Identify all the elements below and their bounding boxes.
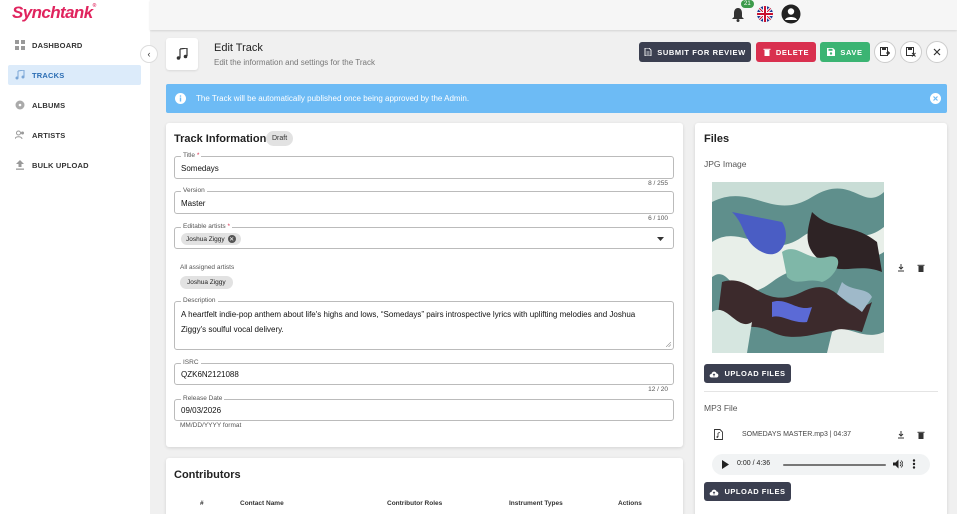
save-close-icon [906, 47, 916, 57]
column-header-number: # [200, 500, 204, 507]
mp3-file-label: MP3 File [704, 403, 738, 413]
sidebar-item-label: ALBUMS [32, 100, 66, 110]
version-input[interactable]: Master [181, 199, 205, 208]
cloud-upload-icon [710, 489, 719, 495]
notification-count-badge: 21 [741, 0, 754, 8]
uk-flag-icon[interactable] [757, 6, 773, 22]
assigned-artists-label: All assigned artists [180, 264, 235, 271]
version-field[interactable]: Version Master [174, 187, 674, 214]
page-title: Edit Track [214, 42, 263, 54]
sidebar-item-label: ARTISTS [32, 130, 66, 140]
audio-time: 0:00 / 4:36 [737, 460, 771, 467]
title-input[interactable]: Somedays [181, 164, 219, 173]
save-icon [827, 48, 836, 56]
isrc-counter: 12 / 20 [648, 386, 668, 393]
submit-for-review-button[interactable]: SUBMIT FOR REVIEW [639, 42, 751, 62]
volume-icon[interactable] [893, 459, 903, 469]
release-date-input[interactable]: 09/03/2026 [181, 406, 221, 415]
title-field[interactable]: Title * Somedays [174, 152, 674, 179]
title-counter: 8 / 255 [648, 180, 668, 187]
album-icon [8, 100, 32, 110]
column-header-contributor-roles[interactable]: Contributor Roles [387, 500, 442, 507]
cover-artwork-image [712, 182, 884, 353]
page-subtitle: Edit the information and settings for th… [214, 58, 375, 67]
dropdown-arrow-icon[interactable] [657, 237, 664, 241]
save-button[interactable]: SAVE [820, 42, 870, 62]
music-note-icon [176, 48, 188, 60]
column-header-instrument-types[interactable]: Instrument Types [509, 500, 563, 507]
close-button[interactable] [926, 41, 948, 63]
contributors-title: Contributors [174, 469, 241, 481]
download-icon[interactable] [897, 264, 905, 272]
divider [704, 391, 938, 392]
description-field[interactable]: Description A heartfelt indie-pop anthem… [174, 297, 674, 350]
sidebar-item-dashboard[interactable]: DASHBOARD [8, 35, 141, 55]
top-bar [150, 0, 957, 30]
close-banner-icon[interactable] [930, 93, 941, 104]
chevron-left-icon: ‹ [147, 49, 151, 59]
jpg-image-label: JPG Image [704, 159, 747, 169]
save-and-close-button[interactable] [900, 41, 922, 63]
release-date-helper: MM/DD/YYYY format [180, 422, 242, 429]
track-information-card: Track Information Draft Title * Somedays… [166, 123, 683, 447]
audio-file-icon [714, 429, 723, 440]
more-options-icon[interactable] [912, 459, 916, 469]
audio-seek-bar[interactable] [783, 464, 886, 466]
collapse-sidebar-button[interactable]: ‹ [140, 45, 158, 63]
info-icon [175, 93, 186, 104]
sidebar-item-artists[interactable]: ARTISTS [8, 125, 141, 145]
sidebar-item-bulk-upload[interactable]: BULK UPLOAD [8, 155, 141, 175]
cloud-upload-icon [710, 371, 719, 377]
music-note-icon [8, 70, 32, 80]
files-title: Files [704, 133, 730, 145]
sidebar-item-tracks[interactable]: TRACKS [8, 65, 141, 85]
trash-icon [763, 48, 771, 56]
sidebar-item-label: BULK UPLOAD [32, 160, 89, 170]
notification-bell-icon[interactable] [731, 7, 745, 22]
description-textarea[interactable]: A heartfelt indie-pop anthem about life'… [181, 307, 661, 337]
artist-chip[interactable]: Joshua Ziggy ✕ [181, 233, 241, 245]
trash-icon[interactable] [917, 431, 925, 439]
sidebar-item-label: DASHBOARD [32, 40, 83, 50]
version-counter: 6 / 100 [648, 215, 668, 222]
sidebar-item-albums[interactable]: ALBUMS [8, 95, 141, 115]
download-icon[interactable] [897, 431, 905, 439]
column-header-contact-name[interactable]: Contact Name [240, 500, 284, 507]
trash-icon[interactable] [917, 264, 925, 272]
save-return-icon [880, 47, 890, 56]
remove-chip-icon[interactable]: ✕ [227, 235, 236, 243]
play-icon[interactable] [722, 460, 729, 469]
track-information-title: Track Information [174, 133, 267, 145]
column-header-actions: Actions [618, 500, 642, 507]
mp3-file-name: SOMEDAYS MASTER.mp3 | 04:37 [742, 431, 852, 438]
account-circle-icon[interactable] [781, 4, 801, 24]
upload-icon [8, 160, 32, 170]
isrc-field[interactable]: ISRC QZK6N2121088 [174, 359, 674, 385]
track-header-icon [166, 38, 198, 70]
dashboard-icon [8, 40, 32, 50]
status-badge: Draft [266, 131, 294, 146]
document-icon [644, 48, 652, 56]
upload-image-button[interactable]: UPLOAD FILES [704, 364, 791, 383]
synchtank-logo[interactable]: Synchtank® [12, 3, 96, 23]
banner-text: The Track will be automatically publishe… [196, 94, 470, 103]
assigned-artist-chip: Joshua Ziggy [180, 276, 233, 289]
sidebar-item-label: TRACKS [32, 70, 65, 80]
files-card: Files JPG Image UPLOAD FILES MP3 File SO… [695, 123, 947, 514]
delete-button[interactable]: DELETE [756, 42, 816, 62]
contributors-card: Contributors # Contact Name Contributor … [166, 458, 683, 514]
isrc-input[interactable]: QZK6N2121088 [181, 370, 239, 379]
upload-mp3-button[interactable]: UPLOAD FILES [704, 482, 791, 501]
save-and-return-button[interactable] [874, 41, 896, 63]
sidebar: Synchtank® DASHBOARD TRACKS ALBUMS ARTIS… [0, 0, 150, 514]
info-banner: The Track will be automatically publishe… [166, 84, 947, 113]
resize-handle-icon[interactable] [666, 342, 671, 347]
release-date-field[interactable]: Release Date 09/03/2026 [174, 395, 674, 421]
editable-artists-field[interactable]: Editable artists * Joshua Ziggy ✕ [174, 223, 674, 249]
audio-player: 0:00 / 4:36 [712, 454, 930, 475]
artists-icon [8, 130, 32, 140]
close-icon [933, 48, 941, 56]
